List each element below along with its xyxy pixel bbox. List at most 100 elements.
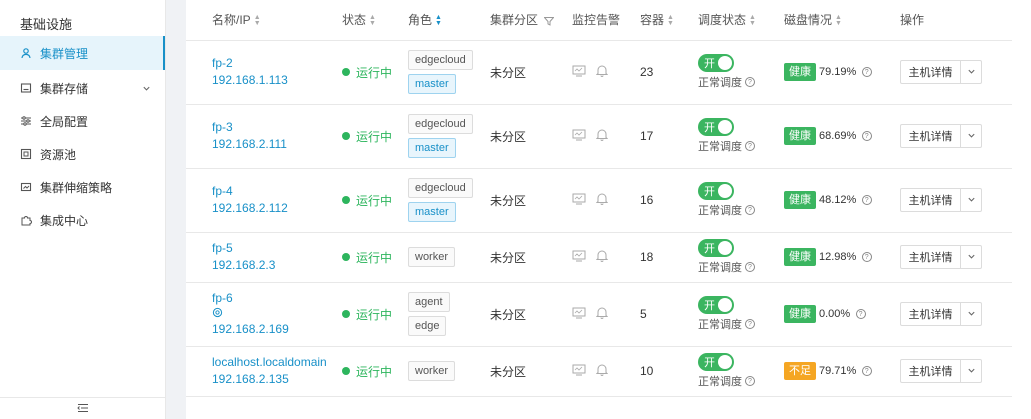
monitor-cell: [546, 232, 614, 283]
sort-icon[interactable]: ▲ ▼: [254, 14, 261, 27]
help-icon[interactable]: ?: [745, 376, 755, 386]
schedule-toggle[interactable]: 开: [698, 353, 734, 371]
node-ip[interactable]: 192.168.2.111: [212, 136, 316, 153]
col-disk-header[interactable]: 磁盘情况 ▲ ▼: [758, 0, 874, 41]
help-icon[interactable]: ?: [861, 195, 872, 205]
more-actions-dropdown[interactable]: [961, 61, 981, 83]
monitor-icon[interactable]: [572, 250, 586, 265]
monitor-icon[interactable]: [572, 364, 586, 379]
more-actions-dropdown[interactable]: [961, 125, 981, 147]
node-name-link[interactable]: fp-4: [212, 183, 316, 200]
help-icon[interactable]: ?: [861, 366, 872, 376]
col-container-header[interactable]: 容器 ▲ ▼: [614, 0, 674, 41]
disk-usage: 79.71%: [819, 365, 857, 377]
col-role-header[interactable]: 角色 ▲ ▼: [382, 0, 464, 41]
more-actions-dropdown[interactable]: [961, 360, 981, 382]
monitor-cell: [546, 282, 614, 347]
filter-icon[interactable]: [541, 13, 555, 27]
bell-icon[interactable]: [595, 64, 609, 80]
host-detail-button[interactable]: 主机详情: [901, 303, 961, 325]
host-detail-button[interactable]: 主机详情: [901, 61, 961, 83]
role-tag: edgecloud: [408, 114, 473, 134]
status-text: 运行中: [356, 250, 393, 265]
help-icon[interactable]: ?: [745, 262, 755, 272]
collapse-sidebar-button[interactable]: [0, 397, 165, 419]
node-ip[interactable]: 192.168.2.169: [212, 321, 316, 338]
bell-icon[interactable]: [595, 192, 609, 208]
name-cell: fp-3 192.168.2.111: [186, 104, 316, 169]
node-name-link[interactable]: fp-5: [212, 240, 316, 257]
sort-icon[interactable]: ▲ ▼: [435, 14, 442, 27]
bell-icon[interactable]: [595, 128, 609, 144]
node-name-link[interactable]: fp-2: [212, 55, 316, 72]
sort-icon[interactable]: ▲ ▼: [667, 14, 674, 27]
monitor-icon[interactable]: [572, 307, 586, 322]
monitor-icon[interactable]: [572, 129, 586, 144]
node-ip[interactable]: 192.168.2.135: [212, 371, 316, 388]
help-icon[interactable]: ?: [861, 252, 872, 262]
more-actions-dropdown[interactable]: [961, 246, 981, 268]
bell-icon[interactable]: [595, 363, 609, 379]
help-icon[interactable]: ?: [745, 319, 755, 329]
role-tag: agent: [408, 292, 450, 312]
bell-icon[interactable]: [595, 306, 609, 322]
zone-cell: 未分区: [464, 282, 546, 347]
disk-status-badge: 健康: [784, 63, 816, 81]
schedule-text: 正常调度: [698, 376, 742, 388]
sidebar-item-integration[interactable]: 集成中心: [0, 203, 165, 237]
role-cell: edgecloud master: [382, 168, 473, 233]
node-name-link[interactable]: localhost.localdomain: [212, 354, 327, 371]
host-detail-button[interactable]: 主机详情: [901, 189, 961, 211]
node-name-link[interactable]: fp-3: [212, 119, 316, 136]
sort-icon[interactable]: ▲ ▼: [749, 14, 756, 27]
sidebar-item-storage[interactable]: 集群存储: [0, 71, 165, 105]
sidebar-title: 基础设施: [20, 17, 73, 32]
sort-icon[interactable]: ▲ ▼: [369, 14, 376, 27]
node-name-link[interactable]: fp-6: [212, 290, 316, 307]
node-ip[interactable]: 192.168.2.3: [212, 257, 316, 274]
help-icon[interactable]: ?: [745, 205, 755, 215]
host-detail-button[interactable]: 主机详情: [901, 125, 961, 147]
disk-usage: 12.98%: [819, 251, 857, 263]
help-icon[interactable]: ?: [745, 77, 755, 87]
bell-icon[interactable]: [595, 249, 609, 265]
more-actions-dropdown[interactable]: [961, 303, 981, 325]
host-detail-button-group: 主机详情: [900, 245, 982, 269]
chevron-down-icon: [967, 129, 976, 143]
monitor-icon[interactable]: [572, 193, 586, 208]
sidebar-item-label: 集成中心: [40, 213, 89, 228]
sidebar-item-cluster[interactable]: 集群管理: [0, 36, 165, 70]
node-ip[interactable]: 192.168.1.113: [212, 72, 316, 89]
status-cell: 运行中: [316, 282, 392, 347]
col-name-header[interactable]: 名称/IP ▲ ▼: [186, 0, 316, 41]
schedule-text: 正常调度: [698, 141, 742, 153]
help-icon[interactable]: ?: [855, 309, 866, 319]
schedule-toggle[interactable]: 开: [698, 118, 734, 136]
node-ip[interactable]: 192.168.2.112: [212, 200, 316, 217]
host-detail-button[interactable]: 主机详情: [901, 246, 961, 268]
schedule-toggle[interactable]: 开: [698, 296, 734, 314]
sidebar-item-global-config[interactable]: 全局配置: [0, 104, 165, 138]
status-dot-icon: [342, 68, 350, 76]
host-detail-button[interactable]: 主机详情: [901, 360, 961, 382]
col-status-header[interactable]: 状态 ▲ ▼: [316, 0, 382, 41]
table-row: fp-6 192.168.2.169 运行中 agent edge 未分区 5 开…: [186, 282, 1012, 347]
sliders-icon: [20, 115, 32, 127]
schedule-toggle[interactable]: 开: [698, 182, 734, 200]
col-zone-header[interactable]: 集群分区: [464, 0, 555, 41]
help-icon[interactable]: ?: [861, 67, 872, 77]
sidebar-item-resource-pool[interactable]: 资源池: [0, 137, 165, 171]
monitor-icon[interactable]: [572, 65, 586, 80]
schedule-toggle[interactable]: 开: [698, 54, 734, 72]
chevron-down-icon[interactable]: [142, 82, 151, 96]
col-monitor-header: 监控告警: [546, 0, 620, 41]
help-icon[interactable]: ?: [861, 131, 872, 141]
disk-usage: 68.69%: [819, 130, 857, 142]
help-icon[interactable]: ?: [745, 141, 755, 151]
schedule-toggle[interactable]: 开: [698, 239, 734, 257]
sort-icon[interactable]: ▲ ▼: [835, 14, 842, 27]
col-schedule-header[interactable]: 调度状态 ▲ ▼: [672, 0, 758, 41]
more-actions-dropdown[interactable]: [961, 189, 981, 211]
disk-cell: 健康 0.00% ?: [758, 282, 874, 347]
sidebar-item-scaling-policy[interactable]: 集群伸缩策略: [0, 170, 165, 204]
